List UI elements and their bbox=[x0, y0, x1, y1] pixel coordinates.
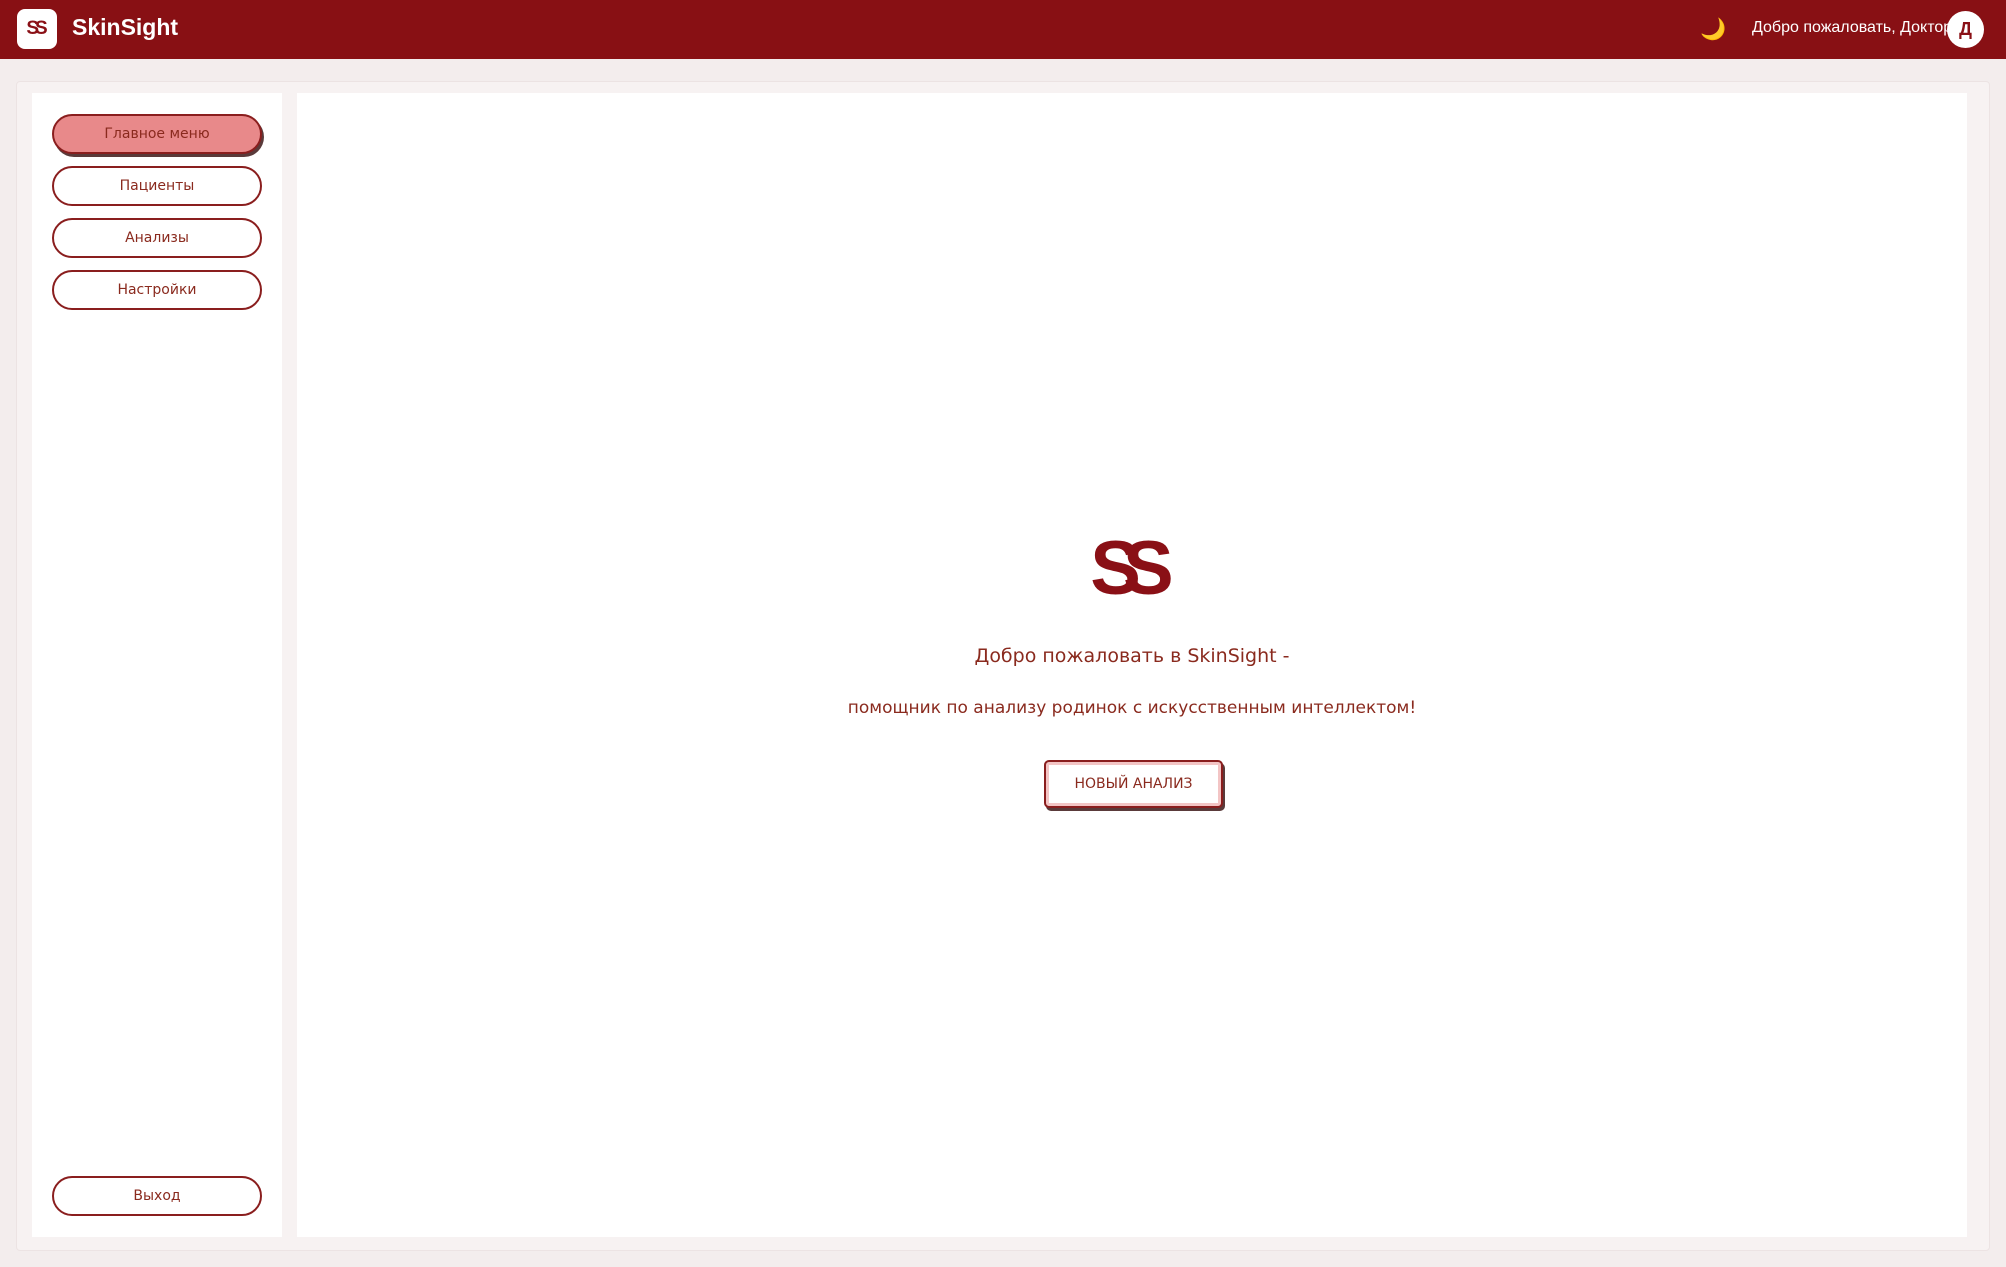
logo-monogram: SS bbox=[26, 18, 47, 39]
hero-logo-monogram: SS bbox=[1090, 526, 1173, 611]
app-title: SkinSight bbox=[72, 14, 179, 40]
top-bar: SS SkinSight 🌙 Добро пожаловать, Доктор!… bbox=[0, 0, 2006, 59]
new-analysis-button[interactable]: НОВЫЙ АНАЛИЗ bbox=[1044, 760, 1223, 808]
sidebar-item-settings[interactable]: Настройки bbox=[52, 270, 262, 310]
welcome-subtitle: помощник по анализу родинок с искусствен… bbox=[847, 698, 1417, 718]
sidebar-item-main-menu[interactable]: Главное меню bbox=[52, 114, 262, 154]
welcome-user-text: Добро пожаловать, Доктор! bbox=[1752, 19, 1957, 36]
app-logo[interactable]: SS bbox=[17, 9, 57, 49]
sidebar-item-analyses[interactable]: Анализы bbox=[52, 218, 262, 258]
sidebar-item-patients[interactable]: Пациенты bbox=[52, 166, 262, 206]
sidebar: Главное меню Пациенты Анализы Настройки … bbox=[32, 93, 282, 1237]
avatar[interactable]: Д bbox=[1947, 11, 1984, 48]
moon-icon[interactable]: 🌙 bbox=[1700, 17, 1726, 41]
logout-button[interactable]: Выход bbox=[52, 1176, 262, 1216]
main-panel: SS Добро пожаловать в SkinSight - помощн… bbox=[297, 93, 1967, 1237]
hero-logo: SS bbox=[297, 531, 1967, 607]
welcome-title: Добро пожаловать в SkinSight - bbox=[974, 645, 1290, 667]
